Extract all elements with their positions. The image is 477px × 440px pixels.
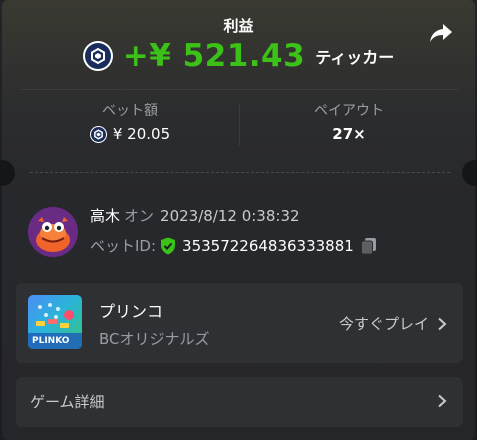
bet-id-line: ベットID: 353572264836333881 [90,235,378,256]
payout-value: 27× [332,125,366,143]
payout-label: ペイアウト [314,103,384,119]
bet-amount-column: ベット額 ¥ 20.05 [20,100,240,143]
shield-check-icon [161,237,176,254]
ticker-label: ティッカー [315,48,395,67]
bet-id-value: 353572264836333881 [182,236,354,255]
game-details-label: ゲーム詳細 [30,393,105,411]
game-thumbnail[interactable]: PLINKO [28,295,82,349]
share-button[interactable] [429,22,453,44]
game-name: プリンコ [99,302,164,321]
bet-amount-label: ベット額 [102,103,158,119]
profit-title: 利益 [223,17,254,35]
profit-amount: +¥ 521.43 [122,38,306,74]
bet-detail-card: 利益 +¥ 521.43 ティッカー ベット額 ¥ 20.05 ペイアウト 27… [0,0,477,440]
game-thumbnail-label: PLINKO [32,336,70,346]
profit-row: +¥ 521.43 ティッカー [2,38,475,74]
payout-column: ペイアウト 27× [239,100,459,143]
share-icon [430,24,452,42]
ticket-notch-right [462,160,477,186]
username[interactable]: 高木 [90,207,120,225]
game-card[interactable]: PLINKO プリンコ BCオリジナルズ 今すぐプレイ [16,283,463,363]
coin-icon [82,41,113,71]
on-label: オン [124,207,155,225]
chevron-right-icon [438,317,447,330]
chevron-right-icon [438,394,447,408]
vertical-divider [239,104,240,146]
play-now-label: 今すぐプレイ [338,315,429,333]
coin-icon [89,125,107,143]
avatar[interactable] [28,207,78,257]
user-block: 高木 オン 2023/8/12 0:38:32 ベットID: 35357226483… [28,203,458,263]
dashed-separator [30,172,450,173]
game-provider: BCオリジナルズ [99,330,210,348]
bet-amount-value: ¥ 20.05 [112,125,171,143]
user-line: 高木 オン 2023/8/12 0:38:32 [90,205,300,226]
divider [20,89,458,90]
ticket-notch-left [0,160,15,186]
bet-amount-value-row: ¥ 20.05 [20,125,240,143]
bet-id-label: ベットID: [90,237,157,255]
play-now-button[interactable]: 今すぐプレイ [339,313,447,334]
bet-timestamp: 2023/8/12 0:38:32 [160,207,300,225]
game-details-row[interactable]: ゲーム詳細 [16,377,463,427]
copy-icon[interactable] [360,237,378,255]
